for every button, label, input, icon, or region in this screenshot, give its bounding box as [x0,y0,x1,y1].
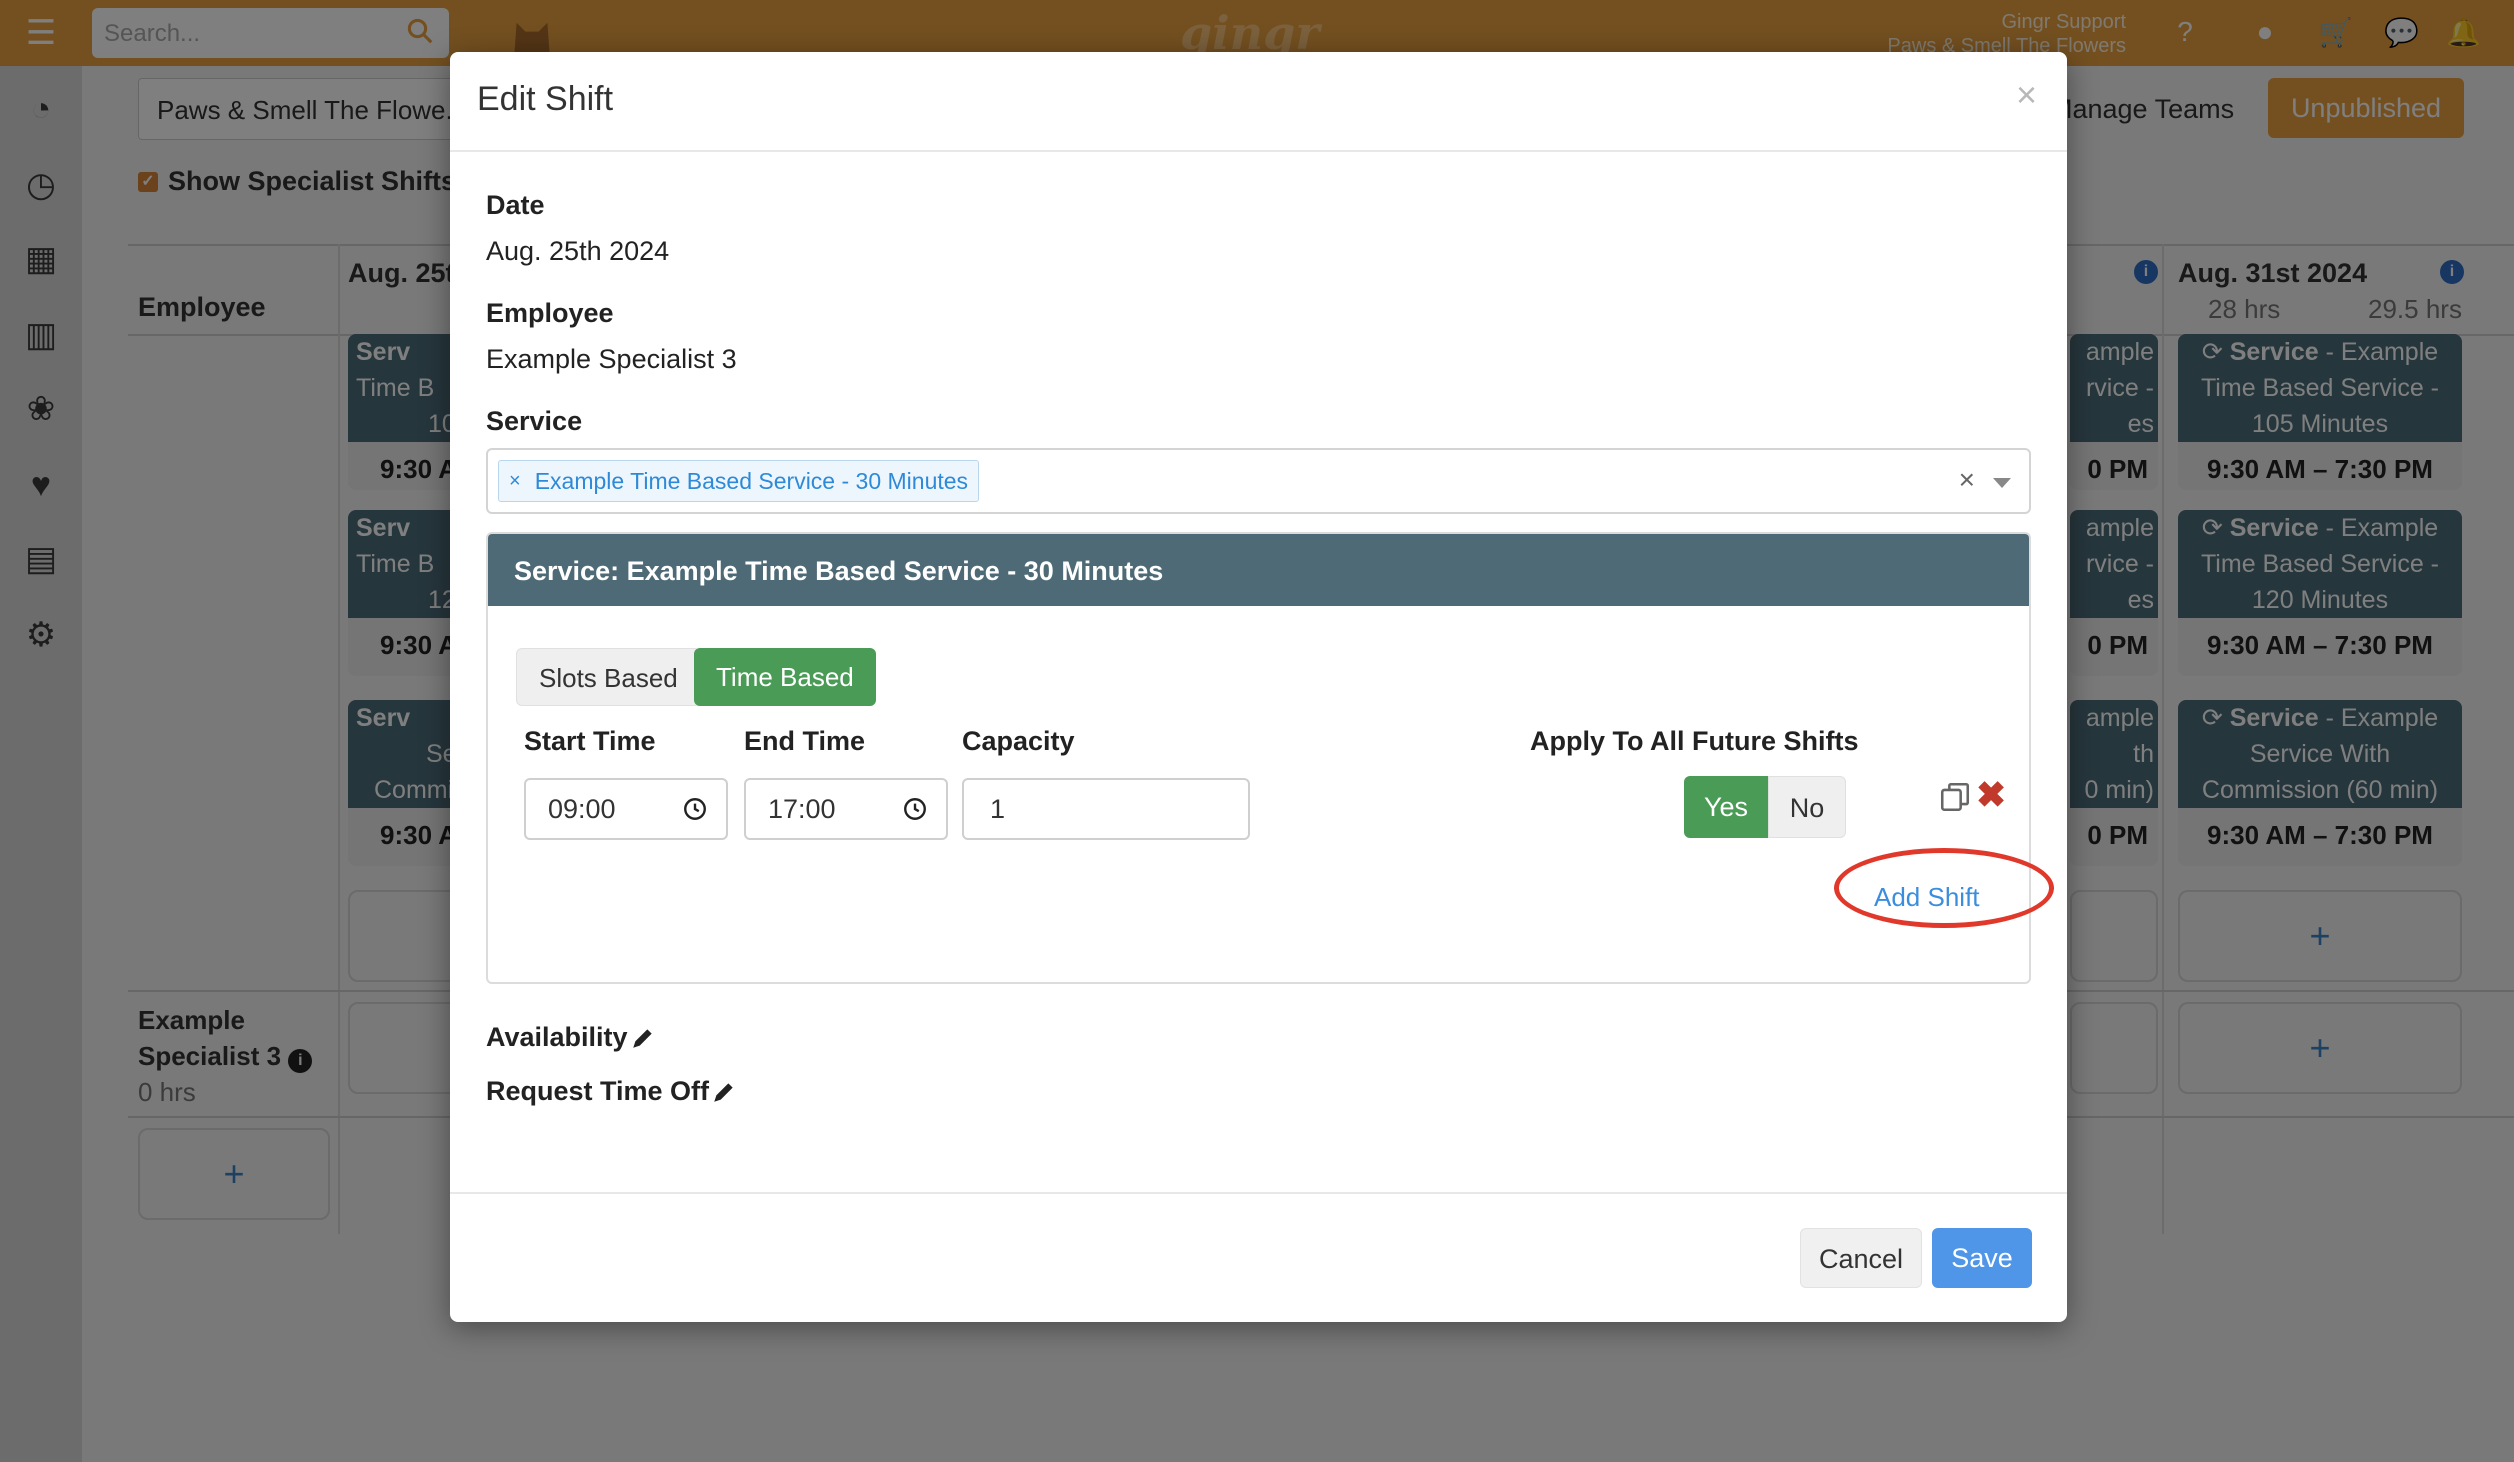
apply-future-yes-button[interactable]: Yes [1684,776,1768,838]
apply-future-no-button[interactable]: No [1768,776,1846,838]
close-icon[interactable]: × [2016,74,2037,116]
cancel-button[interactable]: Cancel [1800,1228,1922,1288]
start-time-input[interactable]: 09:00 [524,778,728,840]
chevron-down-icon[interactable] [1993,478,2011,488]
highlight-annotation [1834,848,2054,928]
edit-shift-modal: Edit Shift × Date Aug. 25th 2024 Employe… [450,52,2067,1322]
copy-icon[interactable] [1938,780,1972,814]
pencil-icon[interactable] [711,1079,737,1105]
clock-icon[interactable] [682,796,708,822]
employee-value: Example Specialist 3 [486,344,737,374]
capacity-input[interactable]: 1 [962,778,1250,840]
service-tag-label: Example Time Based Service - 30 Minutes [534,468,969,494]
service-label: Service [486,406,583,436]
pencil-icon[interactable] [630,1025,656,1051]
slots-based-button[interactable]: Slots Based [516,648,701,706]
start-time-value: 09:00 [548,794,616,824]
modal-footer-divider [450,1192,2067,1194]
employee-label: Employee [486,298,614,328]
tag-remove-icon[interactable]: × [509,461,521,501]
end-time-input[interactable]: 17:00 [744,778,948,840]
date-value: Aug. 25th 2024 [486,236,670,266]
date-label: Date [486,190,545,220]
request-time-off-link[interactable]: Request Time Off [486,1076,737,1107]
service-panel: Service: Example Time Based Service - 30… [486,532,2031,984]
end-time-label: End Time [744,726,866,756]
service-select[interactable]: × Example Time Based Service - 30 Minute… [486,448,2031,514]
time-based-button[interactable]: Time Based [694,648,876,706]
service-tag: × Example Time Based Service - 30 Minute… [498,460,980,502]
start-time-label: Start Time [524,726,656,756]
availability-link[interactable]: Availability [486,1022,656,1053]
delete-icon[interactable]: ✖ [1976,774,2006,816]
availability-label: Availability [486,1022,628,1052]
modal-title: Edit Shift [477,80,614,118]
apply-future-label: Apply To All Future Shifts [1530,726,1859,756]
clock-icon[interactable] [902,796,928,822]
clear-icon[interactable]: × [1959,464,1975,496]
capacity-label: Capacity [962,726,1075,756]
save-button[interactable]: Save [1932,1228,2032,1288]
modal-header: Edit Shift × [450,52,2067,152]
request-time-off-label: Request Time Off [486,1076,710,1106]
end-time-value: 17:00 [768,794,836,824]
service-panel-title: Service: Example Time Based Service - 30… [488,534,2029,606]
